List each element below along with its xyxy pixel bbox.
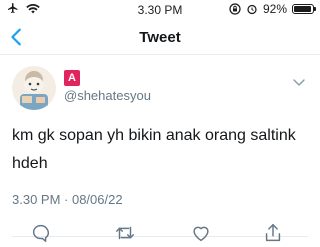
battery-fill bbox=[294, 6, 311, 12]
display-name-emoji[interactable]: A bbox=[64, 70, 80, 86]
status-bar: 3.30 PM 92% bbox=[0, 0, 320, 20]
name-row: A bbox=[64, 70, 80, 86]
chevron-down-icon[interactable] bbox=[292, 78, 306, 88]
page-title: Tweet bbox=[139, 29, 181, 46]
like-icon[interactable] bbox=[190, 222, 212, 244]
avatar[interactable] bbox=[12, 66, 56, 110]
retweet-icon[interactable] bbox=[114, 222, 136, 244]
status-right: 92% bbox=[229, 2, 316, 16]
reply-icon[interactable] bbox=[30, 222, 52, 244]
share-icon[interactable] bbox=[262, 222, 284, 244]
nav-bar: Tweet bbox=[0, 20, 320, 55]
rotation-lock-icon bbox=[229, 3, 241, 15]
username-handle[interactable]: @shehatesyou bbox=[64, 88, 151, 103]
tweet-timestamp[interactable]: 3.30 PM · 08/06/22 bbox=[12, 192, 123, 207]
battery-icon bbox=[292, 4, 316, 14]
battery-percent: 92% bbox=[262, 2, 287, 16]
alarm-icon bbox=[247, 4, 257, 15]
avatar-image bbox=[12, 66, 56, 110]
tweet-text: km gk sopan yh bikin anak orang saltink … bbox=[12, 127, 296, 172]
